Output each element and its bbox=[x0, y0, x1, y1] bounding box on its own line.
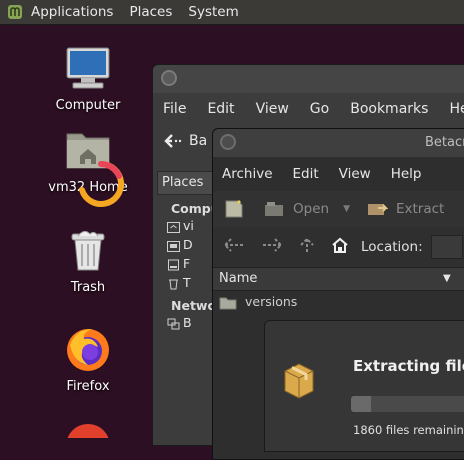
close-button[interactable] bbox=[161, 70, 177, 86]
mate-logo-icon[interactable] bbox=[7, 4, 23, 20]
column-header-name[interactable]: Name bbox=[219, 271, 257, 286]
desktop-icon-label: Computer bbox=[55, 98, 121, 113]
up-arrow-icon[interactable] bbox=[299, 237, 315, 257]
desktop-icon-computer[interactable]: Computer bbox=[42, 44, 134, 113]
extract-progress-bar bbox=[351, 396, 464, 412]
dialog-heading: Extracting files bbox=[353, 357, 464, 375]
archive-manager-toolbar: Open ▼ Extract bbox=[213, 191, 464, 227]
archive-manager-navbar: Location: bbox=[213, 227, 464, 267]
home-icon[interactable] bbox=[331, 237, 349, 257]
open-button-label: Open bbox=[293, 201, 330, 217]
desktop-icon-partial[interactable] bbox=[66, 424, 110, 438]
archive-box-icon bbox=[281, 359, 317, 399]
folder-icon bbox=[219, 295, 237, 310]
file-manager-titlebar[interactable] bbox=[153, 65, 464, 93]
extract-icon bbox=[367, 204, 388, 215]
menu-help[interactable]: Help bbox=[449, 101, 464, 117]
places-menu[interactable]: Places bbox=[129, 4, 172, 20]
archive-manager-titlebar[interactable]: Betacr bbox=[213, 129, 464, 157]
sidebar-section-network: Netwo bbox=[171, 298, 217, 313]
forward-arrow-icon[interactable] bbox=[261, 238, 283, 256]
menu-view[interactable]: View bbox=[256, 101, 289, 117]
sidebar-item-label: vi bbox=[183, 218, 194, 233]
firefox-icon bbox=[64, 325, 112, 373]
menu-edit[interactable]: Edit bbox=[207, 101, 234, 117]
menu-edit[interactable]: Edit bbox=[293, 166, 319, 182]
extract-button[interactable]: Extract bbox=[366, 200, 444, 218]
menu-help[interactable]: Help bbox=[391, 166, 422, 182]
home-folder-icon bbox=[167, 219, 180, 233]
desktop-icon-firefox[interactable]: Firefox bbox=[42, 325, 134, 394]
loading-spinner-icon bbox=[77, 160, 125, 208]
list-item[interactable]: versions bbox=[213, 291, 464, 313]
progress-fill bbox=[351, 396, 371, 412]
desktop-icon-trash[interactable]: Trash bbox=[42, 226, 134, 295]
back-arrow-icon bbox=[164, 134, 182, 148]
trash-icon bbox=[64, 226, 112, 274]
menu-view[interactable]: View bbox=[339, 166, 371, 182]
menu-bookmarks[interactable]: Bookmarks bbox=[350, 101, 428, 117]
back-button-label: Ba bbox=[189, 133, 208, 149]
network-icon bbox=[167, 316, 180, 330]
sidebar-item-trash[interactable]: T bbox=[157, 273, 217, 292]
desktop-icon-label: Trash bbox=[70, 280, 106, 295]
file-manager-sidebar: Places Compu vi D F T Netwo B bbox=[157, 171, 220, 451]
sidebar-item-label: B bbox=[183, 315, 192, 330]
location-field[interactable] bbox=[430, 235, 463, 259]
back-arrow-icon[interactable] bbox=[223, 238, 245, 256]
file-list-header[interactable]: Name ▼ bbox=[213, 267, 464, 291]
sidebar-item-desktop[interactable]: D bbox=[157, 235, 217, 254]
new-archive-icon bbox=[225, 200, 243, 218]
places-combo[interactable]: Places bbox=[157, 171, 219, 195]
system-menu[interactable]: System bbox=[188, 4, 238, 20]
open-button[interactable]: Open bbox=[263, 200, 329, 218]
menu-archive[interactable]: Archive bbox=[222, 166, 273, 182]
sort-chevron-down-icon[interactable]: ▼ bbox=[443, 268, 451, 290]
sidebar-item-label: T bbox=[183, 275, 191, 290]
archive-manager-menubar: Archive Edit View Help bbox=[213, 157, 464, 191]
location-label: Location: bbox=[361, 239, 423, 255]
sidebar-item-label: D bbox=[183, 237, 193, 252]
open-folder-icon bbox=[265, 202, 283, 216]
extract-button-label: Extract bbox=[395, 201, 445, 217]
open-dropdown-icon[interactable]: ▼ bbox=[343, 204, 350, 214]
desktop-folder-icon bbox=[167, 238, 180, 252]
sidebar-item-browse-network[interactable]: B bbox=[157, 313, 217, 332]
menu-go[interactable]: Go bbox=[310, 101, 329, 117]
sidebar-item-home[interactable]: vi bbox=[157, 216, 217, 235]
applications-menu[interactable]: Applications bbox=[31, 4, 113, 20]
sidebar-section-computer: Compu bbox=[171, 201, 220, 216]
close-button[interactable] bbox=[220, 134, 236, 150]
sidebar-item-label: F bbox=[183, 256, 191, 271]
menu-file[interactable]: File bbox=[163, 101, 186, 117]
back-button[interactable]: Ba bbox=[163, 133, 207, 149]
files-remaining-text: 1860 files remaining bbox=[353, 423, 464, 437]
extracting-dialog[interactable]: Extracting files 1860 files remaining bbox=[264, 320, 464, 452]
computer-icon bbox=[64, 44, 112, 92]
sidebar-item-filesystem[interactable]: F bbox=[157, 254, 217, 273]
desktop-icon-label: Firefox bbox=[66, 379, 110, 394]
drive-icon bbox=[167, 257, 180, 271]
top-panel: Applications Places System bbox=[0, 0, 464, 25]
window-title: Betacr bbox=[425, 135, 464, 150]
file-name: versions bbox=[245, 294, 298, 309]
new-archive-button[interactable] bbox=[223, 199, 245, 219]
trash-icon bbox=[167, 276, 180, 290]
file-manager-menubar: File Edit View Go Bookmarks Help bbox=[153, 93, 464, 125]
